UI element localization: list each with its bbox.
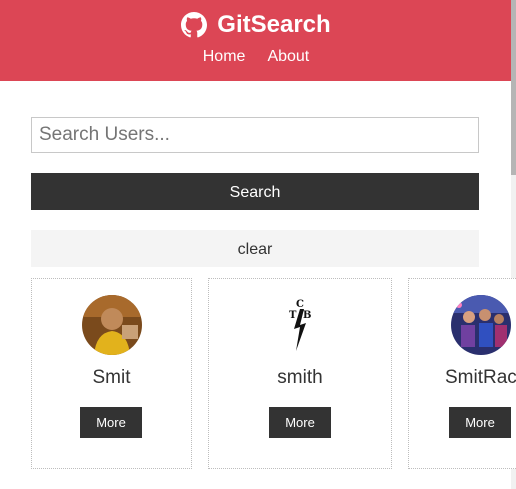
nav-link-about[interactable]: About: [267, 46, 309, 68]
scrollbar-thumb[interactable]: [511, 0, 516, 175]
search-button[interactable]: Search: [31, 173, 479, 210]
user-card: C T B smith More: [208, 278, 392, 469]
user-login: Smit: [92, 367, 131, 388]
app-title: GitSearch: [217, 11, 331, 38]
avatar: C T B: [270, 295, 330, 355]
svg-text:T: T: [289, 310, 297, 321]
clear-button[interactable]: clear: [31, 230, 479, 267]
user-login: SmitRac: [445, 367, 516, 388]
user-login: smith: [277, 367, 323, 388]
svg-text:B: B: [303, 310, 311, 321]
navbar: GitSearch Home About: [0, 0, 512, 81]
more-button[interactable]: More: [80, 407, 142, 438]
nav-link-home[interactable]: Home: [203, 46, 246, 68]
github-icon: [181, 12, 208, 38]
page: GitSearch Home About Search clear Smit M…: [0, 0, 516, 489]
avatar: [451, 295, 511, 355]
user-card: Smit More: [31, 278, 192, 469]
avatar: [82, 295, 142, 355]
more-button[interactable]: More: [449, 407, 511, 438]
user-card: SmitRac More: [408, 278, 516, 469]
nav-links: Home About: [0, 46, 512, 68]
svg-text:C: C: [296, 299, 304, 310]
more-button[interactable]: More: [269, 407, 331, 438]
brand[interactable]: GitSearch: [0, 8, 512, 42]
search-input[interactable]: [31, 117, 479, 153]
